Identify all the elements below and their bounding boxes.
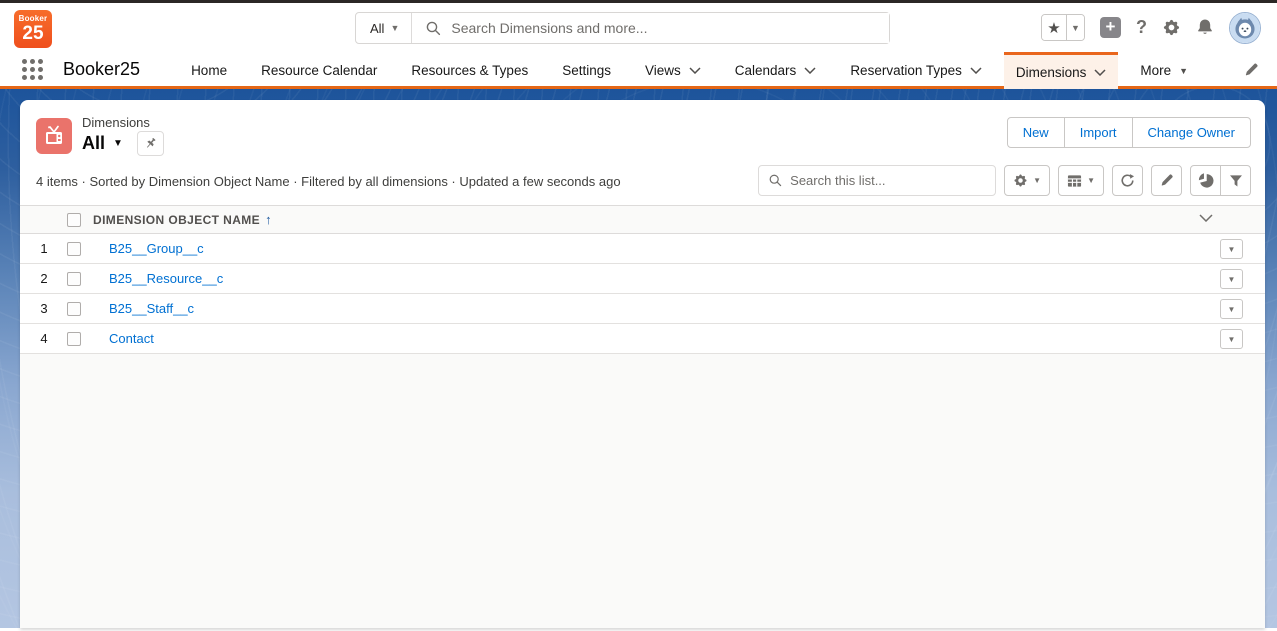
nav-tabs: Home Resource Calendar Resources & Types…	[174, 52, 1205, 86]
refresh-button[interactable]	[1112, 165, 1143, 196]
change-owner-button[interactable]: Change Owner	[1132, 117, 1251, 148]
entity-label: Dimensions	[82, 115, 164, 130]
global-header: Booker 25 All ▼ ★ ▼ + ?	[0, 3, 1277, 52]
table-header-row: Dimension Object Name ↑	[20, 205, 1265, 234]
pin-icon	[143, 136, 158, 151]
filter-button[interactable]	[1220, 165, 1251, 196]
triangle-down-icon: ▼	[1179, 66, 1188, 76]
list-view-card: Dimensions All ▼ New Import Change Owner…	[20, 100, 1265, 628]
table-row: 3 B25__Staff__c ▼	[20, 294, 1265, 324]
row-actions-button[interactable]: ▼	[1220, 299, 1243, 319]
search-scope-dropdown[interactable]: All ▼	[356, 13, 412, 43]
pencil-icon	[1159, 173, 1174, 188]
record-link[interactable]: Contact	[109, 331, 154, 346]
refresh-icon	[1120, 173, 1135, 188]
help-icon[interactable]: ?	[1136, 17, 1147, 38]
global-search[interactable]: All ▼	[355, 12, 890, 44]
list-view-header: Dimensions All ▼ New Import Change Owner…	[20, 100, 1265, 205]
actions-column-chevron-icon[interactable]	[1199, 214, 1213, 222]
chevron-down-icon: ▼	[1033, 176, 1041, 185]
chart-filter-group	[1190, 165, 1251, 196]
booker25-logo: Booker 25	[14, 10, 52, 48]
list-toolbar: ▼ ▼	[758, 165, 1251, 196]
quick-add-icon[interactable]: +	[1100, 17, 1121, 38]
tab-more[interactable]: More ▼	[1128, 52, 1200, 86]
table-empty-area	[20, 354, 1265, 628]
app-name: Booker25	[63, 59, 140, 80]
row-actions-button[interactable]: ▼	[1220, 269, 1243, 289]
inline-edit-button[interactable]	[1151, 165, 1182, 196]
tab-calendars[interactable]: Calendars	[723, 52, 829, 86]
favorites-dropdown-button[interactable]: ▼	[1067, 15, 1084, 40]
pie-chart-icon	[1198, 173, 1214, 189]
list-meta-text: 4 items · Sorted by Dimension Object Nam…	[36, 174, 621, 196]
pin-list-view-button[interactable]	[137, 131, 164, 156]
tab-home[interactable]: Home	[179, 52, 239, 86]
list-view-name[interactable]: All	[82, 133, 105, 154]
chevron-down-icon	[804, 67, 816, 74]
column-header-dimension-object-name[interactable]: Dimension Object Name	[93, 213, 260, 227]
search-icon	[769, 174, 782, 187]
record-link[interactable]: B25__Resource__c	[109, 271, 223, 286]
row-checkbox[interactable]	[67, 272, 81, 286]
select-all-checkbox[interactable]	[67, 213, 81, 227]
table-row: 1 B25__Group__c ▼	[20, 234, 1265, 264]
row-checkbox[interactable]	[67, 332, 81, 346]
chevron-down-icon: ▼	[390, 23, 399, 33]
table-icon	[1067, 174, 1082, 188]
record-link[interactable]: B25__Staff__c	[109, 301, 194, 316]
new-button[interactable]: New	[1007, 117, 1065, 148]
record-link[interactable]: B25__Group__c	[109, 241, 204, 256]
chevron-down-icon: ▼	[1087, 176, 1095, 185]
tab-views[interactable]: Views	[633, 52, 713, 86]
search-scope-label: All	[370, 21, 384, 36]
tab-settings[interactable]: Settings	[550, 52, 623, 86]
search-icon	[426, 21, 441, 36]
list-search-box[interactable]	[758, 165, 996, 196]
global-search-input[interactable]	[451, 13, 889, 43]
notifications-bell-icon[interactable]	[1196, 18, 1214, 37]
list-view-controls-button[interactable]: ▼	[1004, 165, 1050, 196]
logo-text-top: Booker	[14, 15, 52, 23]
row-number: 3	[30, 301, 58, 316]
tab-resource-calendar[interactable]: Resource Calendar	[249, 52, 389, 86]
funnel-icon	[1229, 174, 1243, 188]
edit-nav-pencil-icon[interactable]	[1243, 62, 1259, 78]
list-search-input[interactable]	[790, 173, 995, 188]
table-row: 2 B25__Resource__c ▼	[20, 264, 1265, 294]
global-header-actions: ★ ▼ + ?	[1041, 3, 1261, 52]
charts-button[interactable]	[1190, 165, 1221, 196]
chevron-down-icon	[970, 67, 982, 74]
view-selector-triangle-icon[interactable]: ▼	[113, 138, 123, 149]
row-checkbox[interactable]	[67, 242, 81, 256]
row-number: 1	[30, 241, 58, 256]
setup-gear-icon[interactable]	[1162, 18, 1181, 37]
app-nav-bar: Booker25 Home Resource Calendar Resource…	[0, 52, 1277, 89]
favorites-button-group: ★ ▼	[1041, 14, 1085, 41]
row-checkbox[interactable]	[67, 302, 81, 316]
tab-resources-types[interactable]: Resources & Types	[399, 52, 540, 86]
list-action-buttons: New Import Change Owner	[1007, 117, 1251, 148]
table-row: 4 Contact ▼	[20, 324, 1265, 354]
chevron-down-icon	[689, 67, 701, 74]
tab-reservation-types[interactable]: Reservation Types	[838, 52, 994, 86]
row-number: 2	[30, 271, 58, 286]
tab-dimensions[interactable]: Dimensions	[1004, 52, 1119, 89]
row-actions-button[interactable]: ▼	[1220, 239, 1243, 259]
user-avatar[interactable]	[1229, 12, 1261, 44]
app-launcher-icon[interactable]	[22, 59, 43, 80]
chevron-down-icon	[1094, 69, 1106, 76]
sort-ascending-icon: ↑	[265, 212, 272, 227]
dimensions-object-icon	[36, 118, 72, 154]
import-button[interactable]: Import	[1064, 117, 1133, 148]
row-actions-button[interactable]: ▼	[1220, 329, 1243, 349]
row-number: 4	[30, 331, 58, 346]
favorites-star-button[interactable]: ★	[1042, 15, 1067, 40]
display-as-button[interactable]: ▼	[1058, 165, 1104, 196]
main-background: Dimensions All ▼ New Import Change Owner…	[0, 89, 1277, 628]
logo-text-bottom: 25	[14, 24, 52, 43]
gear-icon	[1013, 173, 1028, 188]
